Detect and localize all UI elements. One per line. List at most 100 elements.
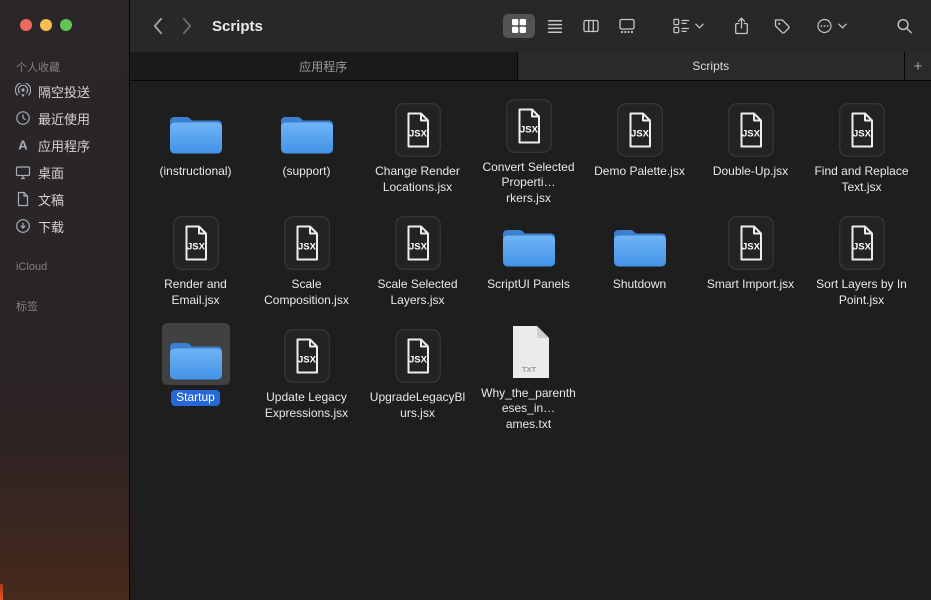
sidebar-item-desktop[interactable]: 桌面 xyxy=(6,159,123,185)
downloads-icon xyxy=(15,218,31,234)
chevron-left-icon xyxy=(152,17,163,35)
column-view-button[interactable] xyxy=(575,14,607,38)
share-icon xyxy=(735,17,748,35)
file-item[interactable]: (support) xyxy=(251,93,362,206)
window-title: Scripts xyxy=(212,17,263,35)
svg-text:JSX: JSX xyxy=(853,129,872,140)
file-item[interactable]: (instructional) xyxy=(140,93,251,206)
wallpaper-tint xyxy=(0,584,3,600)
column-view-icon xyxy=(583,18,599,34)
search-icon xyxy=(897,18,912,34)
sidebar-item-label: 桌面 xyxy=(38,165,65,181)
file-item[interactable]: JSX UpgradeLegacyBlurs.jsx xyxy=(362,319,473,432)
ellipsis-circle-icon xyxy=(817,18,832,34)
file-label: Convert Selected Properti…rkers.jsx xyxy=(482,159,575,205)
app-a-icon: A xyxy=(15,137,31,153)
file-label: Render and Email.jsx xyxy=(164,277,227,307)
content-area[interactable]: (instructional) (support) JSX Change Render… xyxy=(130,81,931,600)
chevron-right-icon xyxy=(182,17,193,35)
list-view-button[interactable] xyxy=(539,14,571,38)
file-item[interactable]: JSX Render and Email.jsx xyxy=(140,206,251,319)
file-label: (support) xyxy=(282,164,331,178)
svg-text:JSX: JSX xyxy=(742,242,761,253)
back-button[interactable] xyxy=(146,13,168,39)
svg-text:TXT: TXT xyxy=(521,365,536,374)
new-tab-button[interactable]: + xyxy=(905,52,931,80)
clock-icon xyxy=(15,110,31,126)
file-item[interactable]: ScriptUI Panels xyxy=(473,206,584,319)
folder-icon xyxy=(162,97,230,159)
sidebar-section-header: 个人收藏 xyxy=(16,62,60,74)
tab-scripts[interactable]: Scripts xyxy=(517,52,905,80)
view-switcher xyxy=(503,14,643,38)
svg-text:JSX: JSX xyxy=(409,129,428,140)
svg-text:JSX: JSX xyxy=(298,355,317,366)
svg-text:JSX: JSX xyxy=(298,242,317,253)
file-item[interactable]: Startup xyxy=(140,319,251,432)
minimize-button[interactable] xyxy=(40,19,52,31)
group-by-button[interactable] xyxy=(670,16,707,36)
sidebar-item-documents[interactable]: 文稿 xyxy=(6,186,123,212)
file-item[interactable]: JSX Change Render Locations.jsx xyxy=(362,93,473,206)
chevron-down-icon xyxy=(695,23,704,29)
file-label: Shutdown xyxy=(612,277,667,291)
jsx-file-icon: JSX xyxy=(273,323,341,385)
file-item[interactable]: JSX Convert Selected Properti…rkers.jsx xyxy=(473,93,584,206)
chevron-down-icon xyxy=(838,23,847,29)
tab-applications[interactable]: 应用程序 xyxy=(130,52,518,80)
file-item[interactable]: JSX Find and Replace Text.jsx xyxy=(806,93,917,206)
svg-text:JSX: JSX xyxy=(742,129,761,140)
more-actions-button[interactable] xyxy=(813,16,850,36)
forward-button[interactable] xyxy=(176,13,198,39)
file-item[interactable]: JSX Demo Palette.jsx xyxy=(584,93,695,206)
file-label: Change Render Locations.jsx xyxy=(375,164,460,194)
sidebar-item-recents[interactable]: 最近使用 xyxy=(6,105,123,131)
jsx-file-icon: JSX xyxy=(828,210,896,272)
tag-icon xyxy=(774,19,790,34)
file-item[interactable]: TXT Why_the_parentheses_in…ames.txt xyxy=(473,319,584,432)
svg-text:JSX: JSX xyxy=(853,242,872,253)
folder-icon xyxy=(273,97,341,159)
file-label: Why_the_parentheses_in…ames.txt xyxy=(481,385,576,431)
file-label: Find and Replace Text.jsx xyxy=(814,164,909,194)
file-item[interactable]: JSX Scale Selected Layers.jsx xyxy=(362,206,473,319)
file-item[interactable]: JSX Double-Up.jsx xyxy=(695,93,806,206)
file-item[interactable]: JSX Scale Composition.jsx xyxy=(251,206,362,319)
file-label: Scale Composition.jsx xyxy=(264,277,349,307)
sidebar-item-downloads[interactable]: 下载 xyxy=(6,213,123,239)
sidebar-item-label: 下载 xyxy=(38,219,65,235)
folder-icon xyxy=(606,210,674,272)
sidebar-list: 个人收藏隔空投送最近使用 A 应用程序桌面文稿下载 iCloud 标签 xyxy=(0,52,129,317)
svg-text:JSX: JSX xyxy=(409,355,428,366)
sidebar-section-header: iCloud xyxy=(16,261,48,273)
airdrop-icon xyxy=(15,83,31,99)
close-button[interactable] xyxy=(20,19,32,31)
sidebar-section-header: 标签 xyxy=(16,301,38,313)
sidebar-item-applications[interactable]: A 应用程序 xyxy=(6,132,123,158)
svg-text:JSX: JSX xyxy=(520,124,539,135)
folder-icon xyxy=(495,210,563,272)
zoom-button[interactable] xyxy=(60,19,72,31)
tags-button[interactable] xyxy=(772,15,793,37)
sidebar: 个人收藏隔空投送最近使用 A 应用程序桌面文稿下载 iCloud 标签 xyxy=(0,0,130,600)
file-label: ScriptUI Panels xyxy=(487,277,570,291)
tab-bar-container: 应用程序 Scripts + xyxy=(130,52,931,81)
share-button[interactable] xyxy=(731,15,752,37)
file-item[interactable]: JSX Smart Import.jsx xyxy=(695,206,806,319)
group-by-icon xyxy=(673,18,690,34)
search-button[interactable] xyxy=(894,15,915,37)
file-item[interactable]: JSX Sort Layers by In Point.jsx xyxy=(806,206,917,319)
sidebar-item-label: 隔空投送 xyxy=(38,84,91,100)
icon-view-button[interactable] xyxy=(503,14,535,38)
toolbar: Scripts xyxy=(130,0,931,52)
file-label: Smart Import.jsx xyxy=(706,277,795,291)
file-item[interactable]: JSX Update Legacy Expressions.jsx xyxy=(251,319,362,432)
gallery-view-button[interactable] xyxy=(611,14,643,38)
jsx-file-icon: JSX xyxy=(384,97,452,159)
file-item[interactable]: Shutdown xyxy=(584,206,695,319)
finder-window: 个人收藏 隔空投送 最近使用 A 应用程序 桌面 文稿 下载 iCloud 标签 Scripts xyxy=(0,0,931,600)
jsx-file-icon: JSX xyxy=(162,210,230,272)
sidebar-item-airdrop[interactable]: 隔空投送 xyxy=(6,78,123,104)
jsx-file-icon: JSX xyxy=(606,97,674,159)
svg-text:JSX: JSX xyxy=(631,129,650,140)
